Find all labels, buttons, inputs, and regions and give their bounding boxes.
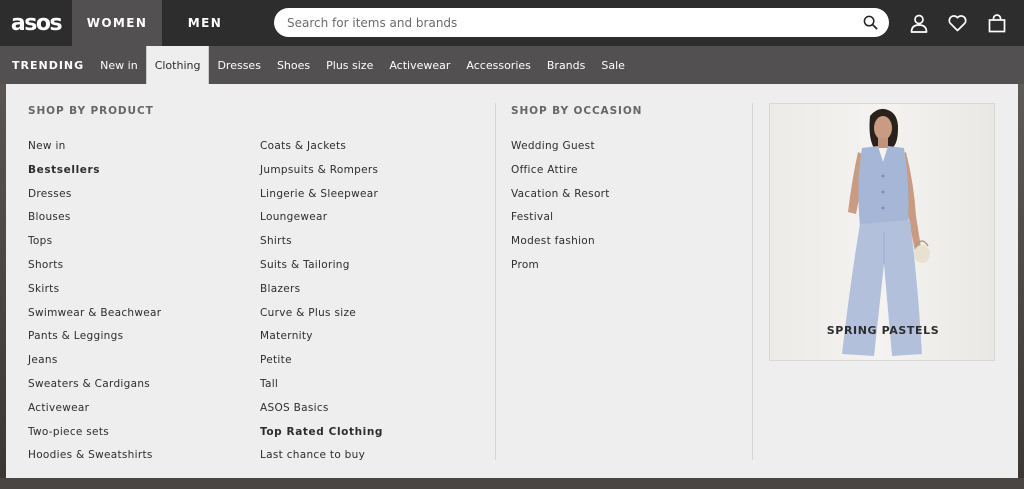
menu-link[interactable]: Dresses <box>28 187 161 211</box>
menu-link[interactable]: Hoodies & Sweatshirts <box>28 448 161 472</box>
asos-logo[interactable]: asos <box>0 0 72 46</box>
menu-link[interactable]: Wedding Guest <box>511 139 610 163</box>
menu-link[interactable]: Two-piece sets <box>28 425 161 449</box>
menu-link[interactable]: Pants & Leggings <box>28 329 161 353</box>
category-sale[interactable]: Sale <box>593 46 633 84</box>
promo-model-image <box>842 108 930 356</box>
menu-link[interactable]: Curve & Plus size <box>260 306 383 330</box>
nav-men[interactable]: MEN <box>162 0 248 46</box>
category-bar: TRENDING New in Clothing Dresses Shoes P… <box>0 46 1024 84</box>
search-bar <box>274 8 889 37</box>
column-divider <box>495 103 496 460</box>
heart-icon[interactable] <box>947 12 968 34</box>
category-plus-size[interactable]: Plus size <box>318 46 381 84</box>
menu-link[interactable]: Vacation & Resort <box>511 187 610 211</box>
product-list-col2: Coats & Jackets Jumpsuits & Rompers Ling… <box>260 139 383 472</box>
menu-link[interactable]: New in <box>28 139 161 163</box>
menu-link[interactable]: Shirts <box>260 234 383 258</box>
menu-link[interactable]: Blazers <box>260 282 383 306</box>
menu-link[interactable]: Tall <box>260 377 383 401</box>
menu-link[interactable]: ASOS Basics <box>260 401 383 425</box>
menu-link[interactable]: Lingerie & Sleepwear <box>260 187 383 211</box>
heading-shop-by-product: SHOP BY PRODUCT <box>28 105 154 117</box>
menu-link[interactable]: Jumpsuits & Rompers <box>260 163 383 187</box>
menu-link[interactable]: Last chance to buy <box>260 448 383 472</box>
menu-link[interactable]: Office Attire <box>511 163 610 187</box>
menu-link[interactable]: Skirts <box>28 282 161 306</box>
menu-link[interactable]: Maternity <box>260 329 383 353</box>
menu-link[interactable]: Swimwear & Beachwear <box>28 306 161 330</box>
column-divider <box>752 103 753 460</box>
category-new-in[interactable]: New in <box>92 46 146 84</box>
header-icons <box>908 12 1007 34</box>
bag-icon[interactable] <box>986 12 1007 34</box>
search-icon[interactable] <box>863 15 879 31</box>
category-trending[interactable]: TRENDING <box>0 46 92 84</box>
menu-link[interactable]: Prom <box>511 258 610 282</box>
menu-link[interactable]: Sweaters & Cardigans <box>28 377 161 401</box>
menu-link[interactable]: Tops <box>28 234 161 258</box>
menu-link[interactable]: Petite <box>260 353 383 377</box>
promo-card-spring-pastels[interactable]: SPRING PASTELS <box>769 103 995 361</box>
menu-link[interactable]: Shorts <box>28 258 161 282</box>
occasion-list: Wedding Guest Office Attire Vacation & R… <box>511 139 610 282</box>
category-dresses[interactable]: Dresses <box>209 46 268 84</box>
menu-link[interactable]: Activewear <box>28 401 161 425</box>
category-activewear[interactable]: Activewear <box>381 46 458 84</box>
promo-caption: SPRING PASTELS <box>826 324 940 337</box>
category-clothing[interactable]: Clothing <box>145 46 210 84</box>
heading-shop-by-occasion: SHOP BY OCCASION <box>511 105 643 117</box>
page-backdrop <box>0 478 1024 489</box>
clothing-dropdown-panel: SHOP BY PRODUCT New in Bestsellers Dress… <box>6 84 1018 478</box>
search-input[interactable] <box>287 15 863 30</box>
menu-link[interactable]: Suits & Tailoring <box>260 258 383 282</box>
category-brands[interactable]: Brands <box>539 46 594 84</box>
account-icon[interactable] <box>908 12 929 34</box>
menu-link[interactable]: Modest fashion <box>511 234 610 258</box>
category-shoes[interactable]: Shoes <box>269 46 318 84</box>
nav-women[interactable]: WOMEN <box>72 0 162 46</box>
menu-link[interactable]: Blouses <box>28 210 161 234</box>
product-list-col1: New in Bestsellers Dresses Blouses Tops … <box>28 139 161 472</box>
menu-link[interactable]: Jeans <box>28 353 161 377</box>
menu-link[interactable]: Coats & Jackets <box>260 139 383 163</box>
top-bar: asos WOMEN MEN <box>0 0 1024 46</box>
menu-link[interactable]: Top Rated Clothing <box>260 425 383 449</box>
menu-link[interactable]: Festival <box>511 210 610 234</box>
category-accessories[interactable]: Accessories <box>458 46 538 84</box>
menu-link[interactable]: Bestsellers <box>28 163 161 187</box>
menu-link[interactable]: Loungewear <box>260 210 383 234</box>
page-backdrop <box>1018 84 1024 489</box>
